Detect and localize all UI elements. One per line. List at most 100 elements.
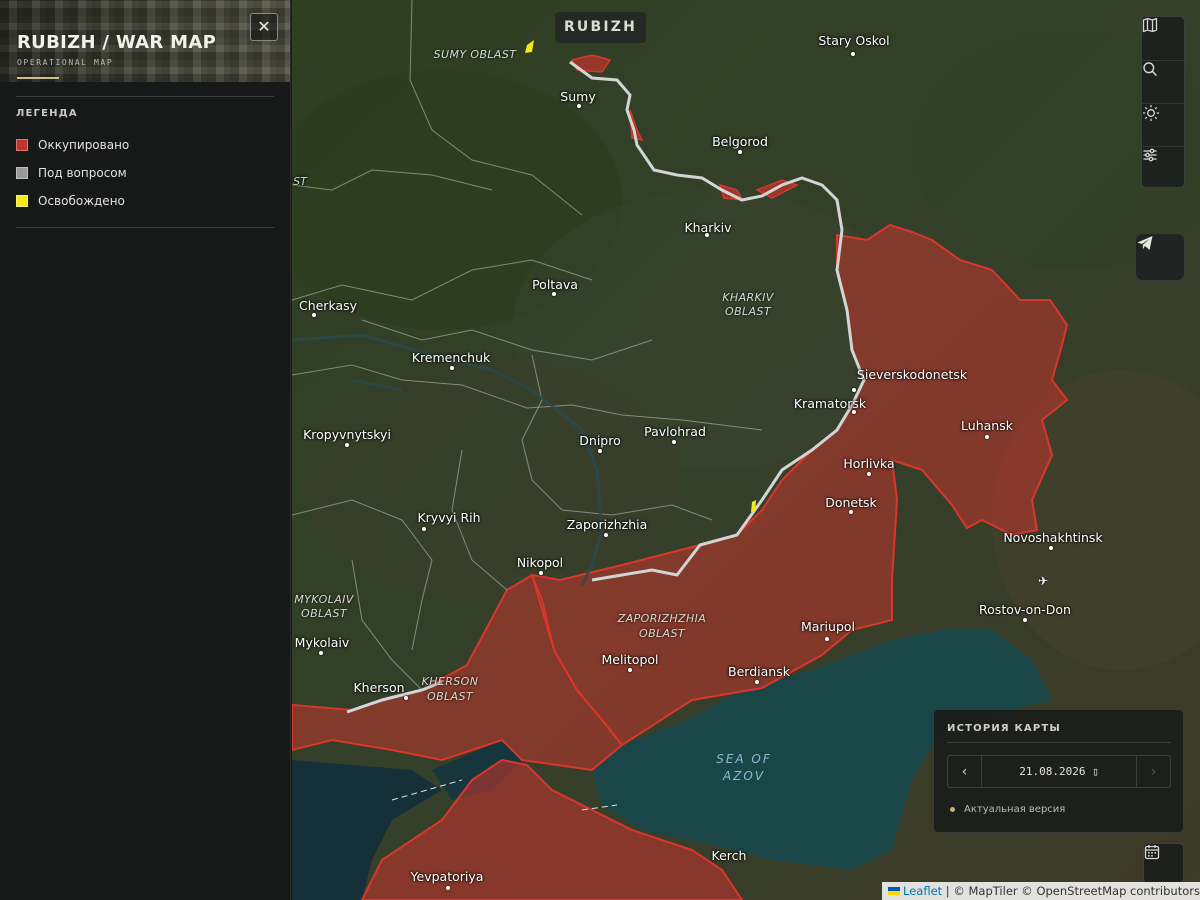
city-dot bbox=[319, 651, 323, 655]
legend-item-disputed: Под вопросом bbox=[16, 165, 127, 181]
region-label: OBLAST bbox=[639, 627, 685, 640]
history-date-control: ‹ 21.08.2026 ▯ › bbox=[947, 755, 1171, 788]
region-label: KHERSON bbox=[421, 675, 479, 688]
sidebar: RUBIZH / WAR MAP OPERATIONAL MAP ✕ ЛЕГЕН… bbox=[0, 0, 291, 900]
settings-button[interactable] bbox=[1142, 146, 1184, 189]
region-label: OBLAST bbox=[725, 305, 771, 318]
city-dot bbox=[1049, 546, 1053, 550]
divider bbox=[16, 227, 274, 228]
city-label: Kherson bbox=[353, 680, 405, 695]
city-label: Kryvyi Rih bbox=[417, 510, 481, 525]
map-history-panel: ИСТОРИЯ КАРТЫ ‹ 21.08.2026 ▯ › Актуальна… bbox=[933, 709, 1184, 833]
city-dot bbox=[825, 637, 829, 641]
sidebar-header: RUBIZH / WAR MAP OPERATIONAL MAP bbox=[0, 0, 290, 82]
city-label: Zaporizhzhia bbox=[566, 517, 648, 532]
sun-icon bbox=[1143, 105, 1159, 121]
rubizh-badge: RUBIZH bbox=[555, 12, 646, 43]
city-label: Berdiansk bbox=[728, 664, 790, 679]
app-subtitle: OPERATIONAL MAP bbox=[17, 58, 114, 67]
map-canvas[interactable]: Stary Oskol Sumy Belgorod Kharkiv Poltav… bbox=[292, 0, 1200, 900]
legend-item-occupied: Оккупировано bbox=[16, 137, 129, 153]
city-dot bbox=[755, 680, 759, 684]
map-attribution: Leaflet | © MapTiler © OpenStreetMap con… bbox=[882, 882, 1200, 900]
city-dot bbox=[450, 366, 454, 370]
city-dot bbox=[446, 886, 450, 890]
city-dot bbox=[598, 449, 602, 453]
next-date-button[interactable]: › bbox=[1136, 756, 1170, 787]
telegram-button[interactable] bbox=[1135, 233, 1185, 281]
city-dot bbox=[1023, 618, 1027, 622]
status-dot bbox=[950, 807, 955, 812]
calendar-button[interactable] bbox=[1143, 843, 1184, 884]
city-dot bbox=[672, 440, 676, 444]
history-date-picker[interactable]: 21.08.2026 ▯ bbox=[982, 756, 1136, 787]
city-label: Sumy bbox=[560, 89, 596, 104]
search-icon bbox=[1143, 62, 1158, 77]
region-label: OBLAST bbox=[301, 607, 347, 620]
city-label: Pavlohrad bbox=[644, 424, 706, 439]
legend-item-liberated: Освобождено bbox=[16, 193, 125, 209]
city-label: Kramatorsk bbox=[793, 396, 867, 411]
prev-date-button[interactable]: ‹ bbox=[948, 756, 982, 787]
city-label: Rostov-on-Don bbox=[979, 602, 1071, 617]
region-label: KHARKIV bbox=[722, 291, 774, 304]
theme-button[interactable] bbox=[1142, 103, 1184, 146]
city-dot bbox=[852, 388, 856, 392]
city-label: Novoshakhtinsk bbox=[1003, 530, 1103, 545]
city-dot bbox=[738, 150, 742, 154]
attribution-text: | © MapTiler © OpenStreetMap contributor… bbox=[942, 884, 1200, 898]
city-label: Kharkiv bbox=[684, 220, 732, 235]
map-controls bbox=[1141, 16, 1185, 188]
city-label: Kropyvnytskyi bbox=[303, 427, 391, 442]
legend-title: ЛЕГЕНДА bbox=[16, 108, 78, 119]
city-dot bbox=[539, 571, 543, 575]
city-label: Nikopol bbox=[516, 555, 564, 570]
city-dot bbox=[851, 52, 855, 56]
city-label: Luhansk bbox=[961, 418, 1013, 433]
city-label: Sieverskodonetsk bbox=[856, 367, 968, 382]
city-dot bbox=[867, 472, 871, 476]
chevron-right-icon: › bbox=[1150, 763, 1157, 780]
city-label: Kremenchuk bbox=[411, 350, 491, 365]
city-label: Mykolaiv bbox=[294, 635, 350, 650]
city-label: Melitopol bbox=[601, 652, 659, 667]
map-icon bbox=[1142, 17, 1158, 33]
app-title: RUBIZH / WAR MAP bbox=[17, 32, 217, 53]
city-dot bbox=[628, 668, 632, 672]
city-label: Cherkasy bbox=[298, 298, 358, 313]
history-status: Актуальная версия bbox=[950, 804, 1065, 815]
legend-label: Оккупировано bbox=[38, 138, 130, 152]
city-label: Yevpatoriya bbox=[410, 869, 484, 884]
region-label: SUMY OBLAST bbox=[433, 48, 517, 61]
close-sidebar-button[interactable]: ✕ bbox=[250, 13, 278, 41]
chevron-left-icon: ‹ bbox=[961, 763, 968, 780]
leaflet-link[interactable]: Leaflet bbox=[903, 884, 942, 898]
legend-label: Освобождено bbox=[38, 194, 125, 208]
region-label-edge: ST bbox=[293, 175, 307, 188]
city-dot bbox=[604, 533, 608, 537]
divider bbox=[947, 742, 1171, 743]
airport-icon: ✈ bbox=[1038, 574, 1049, 588]
city-label: Belgorod bbox=[712, 134, 768, 149]
city-dot bbox=[345, 443, 349, 447]
telegram-icon bbox=[1137, 236, 1153, 250]
region-label: ZAPORIZHZHIA bbox=[617, 612, 707, 625]
city-label: Mariupol bbox=[800, 619, 856, 634]
region-label: OBLAST bbox=[427, 690, 473, 703]
city-label: Kerch bbox=[711, 848, 747, 863]
occupied-swatch bbox=[16, 139, 28, 151]
history-status-text: Актуальная версия bbox=[964, 804, 1066, 815]
divider bbox=[16, 96, 274, 97]
ukraine-flag-icon bbox=[888, 887, 900, 895]
city-dot bbox=[577, 104, 581, 108]
layers-button[interactable] bbox=[1142, 17, 1184, 60]
title-underline bbox=[17, 77, 59, 79]
city-label: Horlivka bbox=[843, 456, 895, 471]
search-button[interactable] bbox=[1142, 60, 1184, 103]
city-label: Donetsk bbox=[825, 495, 877, 510]
city-dot bbox=[404, 696, 408, 700]
legend-label: Под вопросом bbox=[38, 166, 127, 180]
city-dot bbox=[422, 527, 426, 531]
city-dot bbox=[985, 435, 989, 439]
calendar-icon bbox=[1144, 845, 1160, 860]
